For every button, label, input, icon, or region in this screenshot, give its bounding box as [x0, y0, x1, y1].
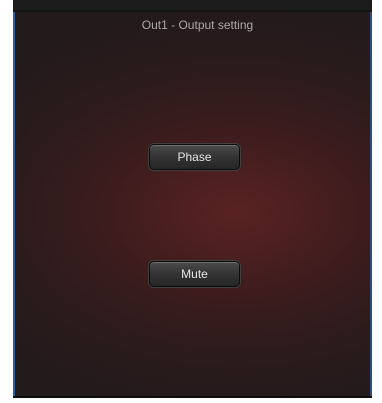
phase-button[interactable]: Phase: [149, 144, 240, 170]
phase-button-label: Phase: [177, 150, 212, 164]
window-title: Out1 - Output setting: [141, 18, 254, 32]
window-right-border: [370, 12, 372, 398]
output-setting-panel: [15, 12, 372, 398]
mute-button[interactable]: Mute: [149, 261, 240, 287]
mute-button-label: Mute: [181, 267, 208, 281]
window-bottom-border: [13, 396, 372, 398]
window-left-border: [13, 12, 15, 398]
